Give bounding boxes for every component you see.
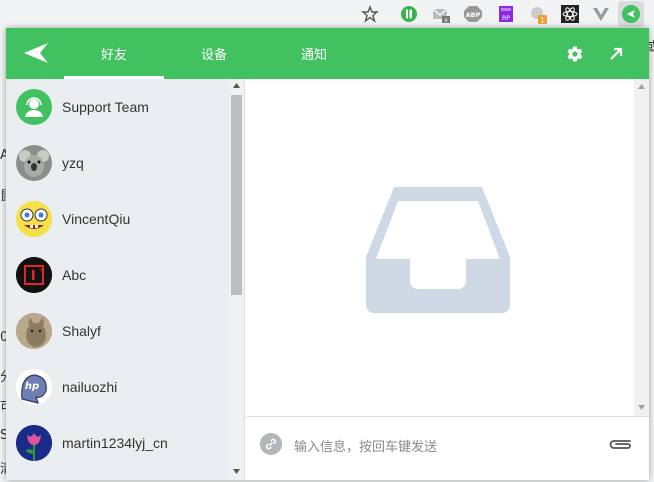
open-external-icon[interactable] — [608, 46, 624, 62]
contact-item[interactable]: hp nailuozhi — [6, 359, 228, 415]
contact-item[interactable]: VincentQiu — [6, 191, 228, 247]
browser-toolbar: x ABP RP 1 — [0, 0, 654, 28]
tab-friends[interactable]: 好友 — [64, 28, 164, 79]
scroll-down-arrow-icon[interactable] — [638, 405, 645, 410]
contact-name: nailuozhi — [62, 379, 118, 395]
chat-area — [246, 79, 649, 416]
svg-text:RP: RP — [502, 15, 510, 22]
svg-text:x: x — [444, 17, 448, 24]
tulip-avatar — [16, 425, 52, 461]
contact-item[interactable]: + Abc — [6, 247, 228, 303]
scroll-up-arrow-icon[interactable] — [638, 84, 645, 89]
mail-extension-icon[interactable]: x — [431, 4, 451, 24]
vue-devtools-icon[interactable] — [591, 4, 611, 24]
popup-header: 好友 设备 通知 — [6, 28, 649, 79]
inbox-icon — [366, 187, 510, 313]
contact-item[interactable]: Support Team — [6, 79, 228, 135]
airdroid-logo-icon[interactable] — [22, 41, 50, 65]
cat-avatar — [16, 313, 52, 349]
svg-text:1: 1 — [540, 17, 544, 25]
paperclip-icon[interactable] — [608, 437, 634, 451]
contact-item[interactable]: Shalyf — [6, 303, 228, 359]
contact-item[interactable]: yzq — [6, 135, 228, 191]
message-composer — [246, 416, 649, 480]
gear-icon[interactable] — [566, 45, 584, 63]
scrollbar-thumb[interactable] — [231, 95, 242, 295]
contacts-scrollbar[interactable] — [229, 79, 244, 480]
contact-name: yzq — [62, 155, 84, 171]
link-icon[interactable] — [260, 433, 282, 455]
contact-name: VincentQiu — [62, 211, 131, 227]
svg-text:+: + — [39, 267, 44, 274]
scroll-down-arrow-icon[interactable] — [233, 469, 240, 474]
tab-devices[interactable]: 设备 — [164, 28, 264, 79]
contact-name: Shalyf — [62, 323, 101, 339]
contact-item[interactable]: martin1234lyj_cn — [6, 415, 228, 471]
oneplus-avatar: + — [16, 257, 52, 293]
chat-scrollbar[interactable] — [634, 79, 649, 416]
tab-notifications[interactable]: 通知 — [264, 28, 364, 79]
contact-name: Support Team — [62, 99, 149, 115]
react-devtools-icon[interactable] — [560, 4, 580, 24]
airdroid-extension-icon[interactable] — [621, 4, 641, 24]
php-avatar: hp — [16, 369, 52, 405]
svg-text:hp: hp — [25, 381, 39, 392]
notification-extension-icon[interactable]: 1 — [528, 4, 548, 24]
airdroid-popup: 好友 设备 通知 Support Team yzq VincentQiu + A… — [6, 28, 649, 480]
contact-name: Abc — [62, 267, 87, 283]
rp-extension-icon[interactable]: RP — [496, 4, 516, 24]
koala-avatar — [16, 145, 52, 181]
message-input[interactable] — [294, 433, 594, 461]
sponge-avatar — [16, 201, 52, 237]
support-avatar — [16, 89, 52, 125]
scroll-up-arrow-icon[interactable] — [233, 83, 240, 88]
adblock-plus-icon[interactable]: ABP — [463, 4, 483, 24]
contact-name: martin1234lyj_cn — [62, 435, 168, 451]
bookmark-star-icon[interactable] — [360, 4, 380, 24]
contacts-sidebar: Support Team yzq VincentQiu + Abc Shalyf — [6, 79, 245, 480]
svg-text:ABP: ABP — [466, 11, 481, 19]
pushbullet-extension-icon[interactable] — [399, 4, 419, 24]
